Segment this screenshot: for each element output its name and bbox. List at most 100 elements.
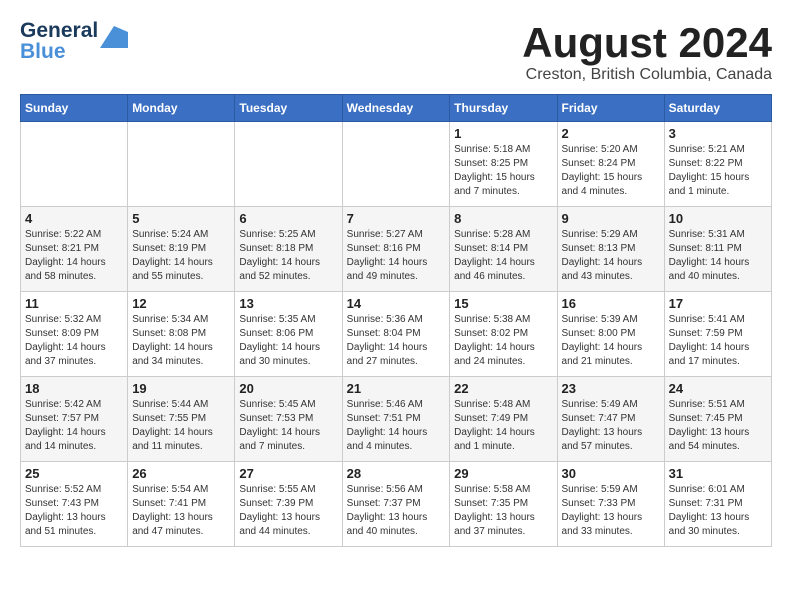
calendar-cell: 20 Sunrise: 5:45 AM Sunset: 7:53 PM Dayli…: [235, 377, 342, 462]
page-header: General Blue August 2024 Creston, Britis…: [20, 20, 772, 84]
day-info: Sunrise: 5:25 AM Sunset: 8:18 PM Dayligh…: [239, 228, 337, 284]
logo: General Blue: [20, 20, 128, 62]
day-info: Sunrise: 5:21 AM Sunset: 8:22 PM Dayligh…: [669, 143, 767, 199]
calendar-cell: 12Sunrise: 5:34 AM Sunset: 8:08 PM Dayli…: [128, 292, 235, 377]
title-area: August 2024 Creston, British Columbia, C…: [522, 20, 772, 84]
day-info: Sunrise: 5:32 AM Sunset: 8:09 PM Dayligh…: [25, 313, 123, 369]
calendar-cell: 30 Sunrise: 5:59 AM Sunset: 7:33 PM Dayli…: [557, 462, 664, 547]
calendar-cell: 28Sunrise: 5:56 AM Sunset: 7:37 PM Dayli…: [342, 462, 450, 547]
calendar-cell: 11 Sunrise: 5:32 AM Sunset: 8:09 PM Dayli…: [21, 292, 128, 377]
calendar-cell: 14 Sunrise: 5:36 AM Sunset: 8:04 PM Dayli…: [342, 292, 450, 377]
day-number: 6: [239, 211, 337, 226]
calendar-cell: [21, 122, 128, 207]
day-header-saturday: Saturday: [664, 95, 771, 122]
day-number: 30: [562, 466, 660, 481]
day-info: Sunrise: 5:44 AM Sunset: 7:55 PM Dayligh…: [132, 398, 230, 454]
day-info: Sunrise: 5:28 AM Sunset: 8:14 PM Dayligh…: [454, 228, 552, 284]
day-number: 25: [25, 466, 123, 481]
day-info: Sunrise: 5:58 AM Sunset: 7:35 PM Dayligh…: [454, 483, 552, 539]
calendar-cell: 15 Sunrise: 5:38 AM Sunset: 8:02 PM Dayli…: [450, 292, 557, 377]
calendar-cell: [128, 122, 235, 207]
day-info: Sunrise: 5:41 AM Sunset: 7:59 PM Dayligh…: [669, 313, 767, 369]
day-number: 1: [454, 126, 552, 141]
day-number: 27: [239, 466, 337, 481]
day-number: 8: [454, 211, 552, 226]
day-header-tuesday: Tuesday: [235, 95, 342, 122]
day-number: 5: [132, 211, 230, 226]
calendar-cell: 19Sunrise: 5:44 AM Sunset: 7:55 PM Dayli…: [128, 377, 235, 462]
day-info: Sunrise: 5:20 AM Sunset: 8:24 PM Dayligh…: [562, 143, 660, 199]
calendar-cell: 17 Sunrise: 5:41 AM Sunset: 7:59 PM Dayli…: [664, 292, 771, 377]
day-number: 23: [562, 381, 660, 396]
day-number: 28: [347, 466, 446, 481]
day-number: 10: [669, 211, 767, 226]
day-info: Sunrise: 5:39 AM Sunset: 8:00 PM Dayligh…: [562, 313, 660, 369]
day-number: 9: [562, 211, 660, 226]
calendar-cell: 21 Sunrise: 5:46 AM Sunset: 7:51 PM Dayli…: [342, 377, 450, 462]
calendar-cell: [235, 122, 342, 207]
day-info: Sunrise: 5:51 AM Sunset: 7:45 PM Dayligh…: [669, 398, 767, 454]
day-info: Sunrise: 5:34 AM Sunset: 8:08 PM Dayligh…: [132, 313, 230, 369]
location: Creston, British Columbia, Canada: [522, 66, 772, 84]
day-number: 14: [347, 296, 446, 311]
day-number: 11: [25, 296, 123, 311]
calendar-cell: 27 Sunrise: 5:55 AM Sunset: 7:39 PM Dayli…: [235, 462, 342, 547]
calendar-cell: 10 Sunrise: 5:31 AM Sunset: 8:11 PM Dayli…: [664, 207, 771, 292]
day-header-wednesday: Wednesday: [342, 95, 450, 122]
calendar-cell: 6 Sunrise: 5:25 AM Sunset: 8:18 PM Daylig…: [235, 207, 342, 292]
calendar-cell: 3 Sunrise: 5:21 AM Sunset: 8:22 PM Daylig…: [664, 122, 771, 207]
calendar-cell: 31 Sunrise: 6:01 AM Sunset: 7:31 PM Dayli…: [664, 462, 771, 547]
day-info: Sunrise: 5:29 AM Sunset: 8:13 PM Dayligh…: [562, 228, 660, 284]
calendar-cell: [342, 122, 450, 207]
day-header-sunday: Sunday: [21, 95, 128, 122]
calendar-cell: 29 Sunrise: 5:58 AM Sunset: 7:35 PM Dayli…: [450, 462, 557, 547]
day-header-monday: Monday: [128, 95, 235, 122]
logo-blue: Blue: [20, 41, 98, 62]
day-number: 17: [669, 296, 767, 311]
day-info: Sunrise: 5:38 AM Sunset: 8:02 PM Dayligh…: [454, 313, 552, 369]
calendar-cell: 18Sunrise: 5:42 AM Sunset: 7:57 PM Dayli…: [21, 377, 128, 462]
day-info: Sunrise: 5:18 AM Sunset: 8:25 PM Dayligh…: [454, 143, 552, 199]
day-info: Sunrise: 5:27 AM Sunset: 8:16 PM Dayligh…: [347, 228, 446, 284]
day-number: 3: [669, 126, 767, 141]
day-number: 20: [239, 381, 337, 396]
day-info: Sunrise: 5:55 AM Sunset: 7:39 PM Dayligh…: [239, 483, 337, 539]
day-info: Sunrise: 5:52 AM Sunset: 7:43 PM Dayligh…: [25, 483, 123, 539]
day-number: 21: [347, 381, 446, 396]
day-number: 26: [132, 466, 230, 481]
day-number: 31: [669, 466, 767, 481]
day-info: Sunrise: 5:59 AM Sunset: 7:33 PM Dayligh…: [562, 483, 660, 539]
logo-icon: [100, 26, 128, 48]
day-number: 22: [454, 381, 552, 396]
day-info: Sunrise: 6:01 AM Sunset: 7:31 PM Dayligh…: [669, 483, 767, 539]
day-info: Sunrise: 5:31 AM Sunset: 8:11 PM Dayligh…: [669, 228, 767, 284]
calendar-cell: 2 Sunrise: 5:20 AM Sunset: 8:24 PM Daylig…: [557, 122, 664, 207]
calendar-table: SundayMondayTuesdayWednesdayThursdayFrid…: [20, 94, 772, 547]
calendar-week-5: 25 Sunrise: 5:52 AM Sunset: 7:43 PM Dayli…: [21, 462, 772, 547]
day-info: Sunrise: 5:36 AM Sunset: 8:04 PM Dayligh…: [347, 313, 446, 369]
day-info: Sunrise: 5:46 AM Sunset: 7:51 PM Dayligh…: [347, 398, 446, 454]
day-number: 2: [562, 126, 660, 141]
calendar-cell: 9 Sunrise: 5:29 AM Sunset: 8:13 PM Daylig…: [557, 207, 664, 292]
day-number: 29: [454, 466, 552, 481]
day-number: 16: [562, 296, 660, 311]
day-header-thursday: Thursday: [450, 95, 557, 122]
calendar-cell: 13Sunrise: 5:35 AM Sunset: 8:06 PM Dayli…: [235, 292, 342, 377]
calendar-cell: 8 Sunrise: 5:28 AM Sunset: 8:14 PM Daylig…: [450, 207, 557, 292]
day-info: Sunrise: 5:45 AM Sunset: 7:53 PM Dayligh…: [239, 398, 337, 454]
day-info: Sunrise: 5:22 AM Sunset: 8:21 PM Dayligh…: [25, 228, 123, 284]
day-info: Sunrise: 5:42 AM Sunset: 7:57 PM Dayligh…: [25, 398, 123, 454]
calendar-cell: 5Sunrise: 5:24 AM Sunset: 8:19 PM Daylig…: [128, 207, 235, 292]
logo-general: General: [20, 20, 98, 41]
day-number: 15: [454, 296, 552, 311]
calendar-cell: 4 Sunrise: 5:22 AM Sunset: 8:21 PM Daylig…: [21, 207, 128, 292]
day-number: 7: [347, 211, 446, 226]
calendar-cell: 23Sunrise: 5:49 AM Sunset: 7:47 PM Dayli…: [557, 377, 664, 462]
month-title: August 2024: [522, 20, 772, 66]
day-number: 4: [25, 211, 123, 226]
calendar-week-3: 11 Sunrise: 5:32 AM Sunset: 8:09 PM Dayli…: [21, 292, 772, 377]
calendar-cell: 1 Sunrise: 5:18 AM Sunset: 8:25 PM Daylig…: [450, 122, 557, 207]
day-number: 13: [239, 296, 337, 311]
calendar-week-1: 1 Sunrise: 5:18 AM Sunset: 8:25 PM Daylig…: [21, 122, 772, 207]
day-info: Sunrise: 5:48 AM Sunset: 7:49 PM Dayligh…: [454, 398, 552, 454]
